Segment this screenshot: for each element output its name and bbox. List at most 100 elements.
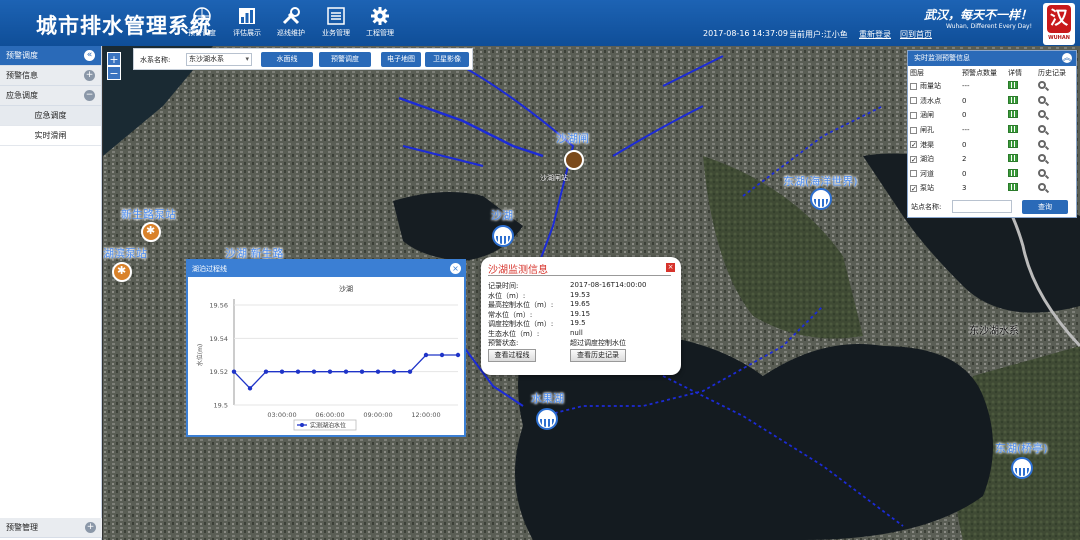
lake-station-marker-icon[interactable]	[536, 408, 558, 430]
pump-station-marker-icon[interactable]	[112, 262, 132, 282]
sidebar-header[interactable]: 预警调度 «	[0, 46, 101, 66]
close-icon[interactable]: ×	[450, 263, 461, 274]
table-grid-icon[interactable]	[1008, 95, 1018, 104]
sidebar-section-emergency[interactable]: 应急调度 −	[0, 86, 101, 106]
query-button[interactable]: 查询	[1022, 200, 1068, 214]
collapse-icon[interactable]: «	[84, 50, 95, 61]
nav-warning-dispatch[interactable]: 预警调度	[180, 6, 224, 38]
layer-cell[interactable]: 河道	[908, 167, 960, 182]
layer-cell[interactable]: 闸孔	[908, 123, 960, 138]
info-row: 生态水位（m）: null	[488, 329, 674, 339]
y-axis-label: 水位(m)	[196, 344, 204, 367]
nav-business[interactable]: 业务管理	[314, 6, 358, 38]
info-key: 预警状态:	[488, 339, 519, 347]
layer-checkbox[interactable]	[910, 97, 917, 105]
detail-cell[interactable]	[1006, 137, 1036, 152]
detail-cell[interactable]	[1006, 181, 1036, 196]
popup-title: 沙湖监测信息	[488, 265, 548, 276]
magnifier-icon[interactable]	[1038, 139, 1046, 148]
zoom-out-button[interactable]: −	[107, 66, 121, 80]
layer-cell[interactable]: ✓ 泵站	[908, 181, 960, 196]
lake-station-marker-icon[interactable]	[492, 225, 514, 247]
layer-cell[interactable]: ✓ 湖泊	[908, 152, 960, 167]
history-cell[interactable]	[1036, 108, 1076, 123]
sidebar-item-emergency-dispatch[interactable]: 应急调度	[0, 106, 101, 126]
lake-station-marker-icon[interactable]	[1011, 457, 1033, 479]
table-grid-icon[interactable]	[1008, 110, 1018, 119]
history-cell[interactable]	[1036, 137, 1076, 152]
current-user: 当前用户:江小鱼	[789, 30, 848, 39]
water-system-select[interactable]: 东沙湖水系 ▾	[186, 53, 252, 66]
layer-name: 泵站	[920, 184, 934, 193]
magnifier-icon[interactable]	[1038, 168, 1046, 177]
layer-cell[interactable]: 渍水点	[908, 94, 960, 109]
data-point	[247, 386, 253, 391]
table-grid-icon[interactable]	[1008, 81, 1018, 90]
sidebar-section-warning-mgmt[interactable]: 预警管理 +	[0, 518, 102, 538]
detail-cell[interactable]	[1006, 152, 1036, 167]
magnifier-icon[interactable]	[1038, 81, 1046, 90]
magnifier-icon[interactable]	[1038, 125, 1046, 134]
electronic-map-button[interactable]: 电子地图	[381, 52, 421, 67]
table-grid-icon[interactable]	[1008, 125, 1018, 134]
collapse-section-icon[interactable]: −	[84, 90, 95, 101]
chart-window-titlebar[interactable]: 湖泊过程线 ×	[188, 261, 464, 277]
expand-icon[interactable]: +	[84, 70, 95, 81]
lake-station-marker-icon[interactable]	[810, 188, 832, 210]
pump-station-marker-icon[interactable]	[141, 222, 161, 242]
compass-icon	[193, 7, 211, 25]
layer-checkbox[interactable]	[910, 126, 917, 134]
nav-evaluation[interactable]: 评估展示	[225, 6, 269, 38]
layer-checkbox[interactable]: ✓	[910, 184, 917, 192]
history-cell[interactable]	[1036, 79, 1076, 94]
magnifier-icon[interactable]	[1038, 183, 1046, 192]
view-history-button[interactable]: 查看历史记录	[570, 349, 626, 362]
gate-marker-icon[interactable]	[564, 150, 584, 170]
warning-dispatch-button[interactable]: 预警调度	[319, 52, 371, 67]
satellite-image-button[interactable]: 卫星影像	[425, 52, 469, 67]
history-cell[interactable]	[1036, 181, 1076, 196]
home-link[interactable]: 回到首页	[900, 29, 932, 40]
table-grid-icon[interactable]	[1008, 154, 1018, 163]
magnifier-icon[interactable]	[1038, 154, 1046, 163]
table-grid-icon[interactable]	[1008, 139, 1018, 148]
close-icon[interactable]: ×	[666, 263, 675, 272]
tools-icon	[282, 7, 300, 25]
history-cell[interactable]	[1036, 94, 1076, 109]
relogin-link[interactable]: 重新登录	[859, 29, 891, 40]
magnifier-icon[interactable]	[1038, 110, 1046, 119]
layer-cell[interactable]: 雨量站	[908, 79, 960, 94]
layer-checkbox[interactable]: ✓	[910, 141, 917, 149]
layer-checkbox[interactable]	[910, 170, 917, 178]
station-name-label: 站点名称:	[911, 203, 942, 211]
info-value: 19.5	[570, 319, 586, 327]
history-cell[interactable]	[1036, 152, 1076, 167]
detail-cell[interactable]	[1006, 79, 1036, 94]
table-grid-icon[interactable]	[1008, 168, 1018, 177]
detail-cell[interactable]	[1006, 167, 1036, 182]
magnifier-icon[interactable]	[1038, 95, 1046, 104]
station-name-input[interactable]	[952, 200, 1012, 213]
zoom-in-button[interactable]: +	[107, 52, 121, 66]
nav-patrol[interactable]: 巡线维护	[269, 6, 313, 38]
list-icon	[327, 7, 345, 25]
sidebar-section-warning-info[interactable]: 预警信息 +	[0, 66, 101, 86]
detail-cell[interactable]	[1006, 123, 1036, 138]
collapse-up-icon[interactable]: ︽	[1062, 53, 1072, 63]
layer-checkbox[interactable]	[910, 111, 917, 119]
expand-icon[interactable]: +	[85, 522, 96, 533]
detail-cell[interactable]	[1006, 94, 1036, 109]
layer-checkbox[interactable]: ✓	[910, 155, 917, 163]
history-cell[interactable]	[1036, 123, 1076, 138]
layer-checkbox[interactable]	[910, 82, 917, 90]
view-curve-button[interactable]: 查看过程线	[488, 349, 536, 362]
sidebar-item-realtime-gate[interactable]: 实时滑闸	[0, 126, 101, 146]
layer-cell[interactable]: ✓ 港渠	[908, 137, 960, 152]
detail-cell[interactable]	[1006, 108, 1036, 123]
water-surface-button[interactable]: 水面线	[261, 52, 313, 67]
history-cell[interactable]	[1036, 167, 1076, 182]
layer-cell[interactable]: 涵闸	[908, 108, 960, 123]
nav-engineering[interactable]: 工程管理	[358, 6, 402, 38]
sidebar-section-label: 应急调度	[6, 91, 38, 100]
table-grid-icon[interactable]	[1008, 183, 1018, 192]
